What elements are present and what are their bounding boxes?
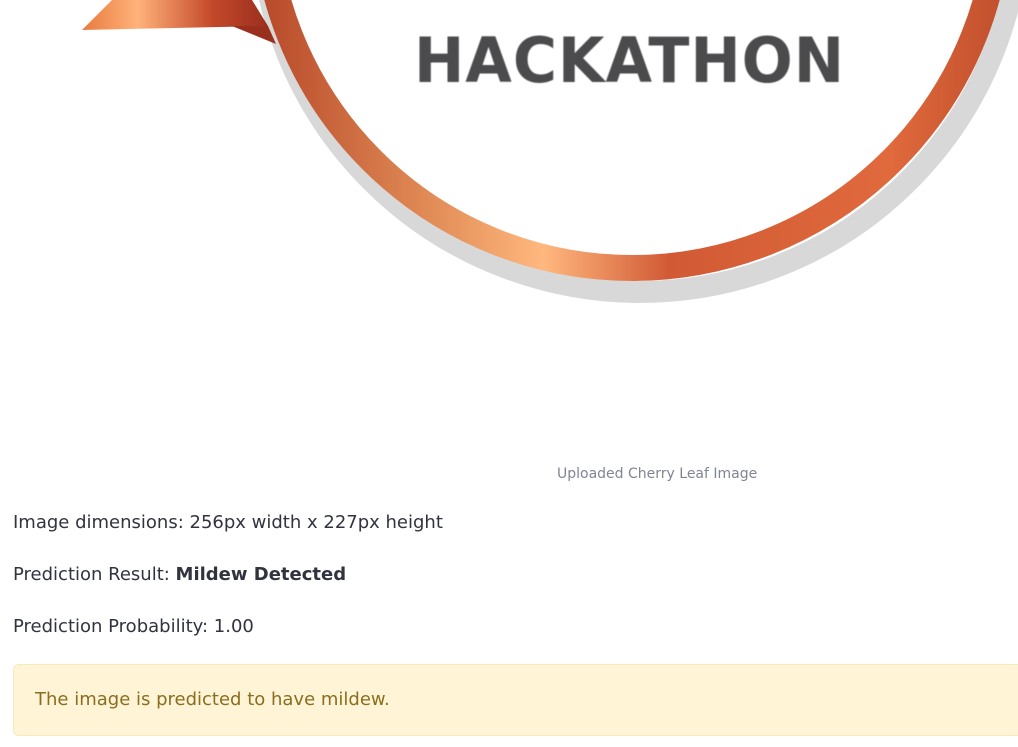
logo-wordmark: HACKATHON	[414, 24, 846, 97]
warning-alert: The image is predicted to have mildew.	[13, 664, 1018, 736]
prediction-probability: Prediction Probability: 1.00	[13, 616, 254, 637]
prediction-result-label: Prediction Result:	[13, 564, 176, 585]
warning-alert-message: The image is predicted to have mildew.	[35, 689, 390, 710]
image-caption: Uploaded Cherry Leaf Image	[557, 466, 758, 482]
prediction-result: Prediction Result: Mildew Detected	[13, 564, 346, 585]
image-dimensions: Image dimensions: 256px width x 227px he…	[13, 512, 443, 533]
prediction-result-value: Mildew Detected	[175, 564, 347, 585]
uploaded-image: HACKATHON	[0, 0, 1018, 450]
image-caption-row: Uploaded Cherry Leaf Image	[0, 466, 1018, 486]
streamlit-page: HACKATHON Uploaded Cherry Leaf Image Ima…	[0, 0, 1018, 747]
logo-ribbon	[82, 0, 268, 30]
